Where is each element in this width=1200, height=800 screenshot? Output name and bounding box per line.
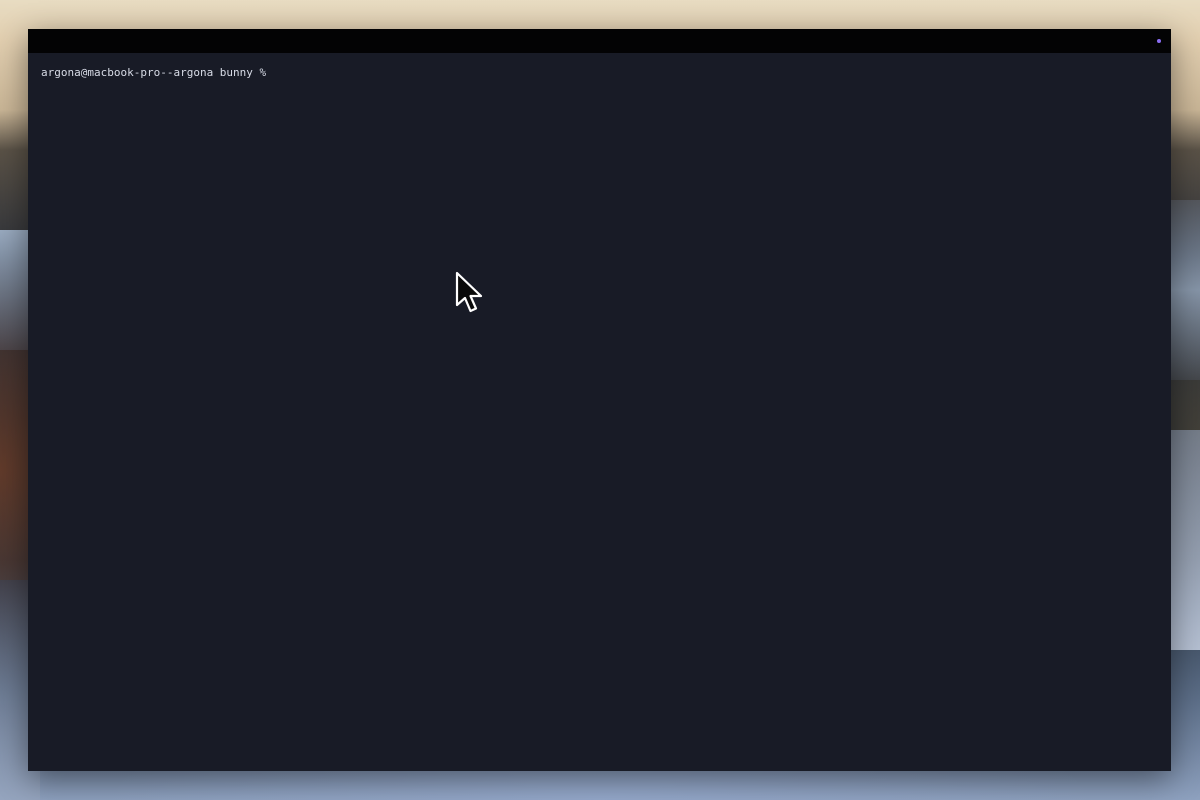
terminal-title-bar[interactable] [28, 29, 1171, 53]
terminal-prompt: argona@macbook-pro--argona bunny % [41, 66, 267, 79]
terminal-body[interactable]: argona@macbook-pro--argona bunny % [28, 53, 1171, 771]
status-dot-icon [1157, 39, 1161, 43]
terminal-window[interactable]: argona@macbook-pro--argona bunny % [28, 29, 1171, 771]
